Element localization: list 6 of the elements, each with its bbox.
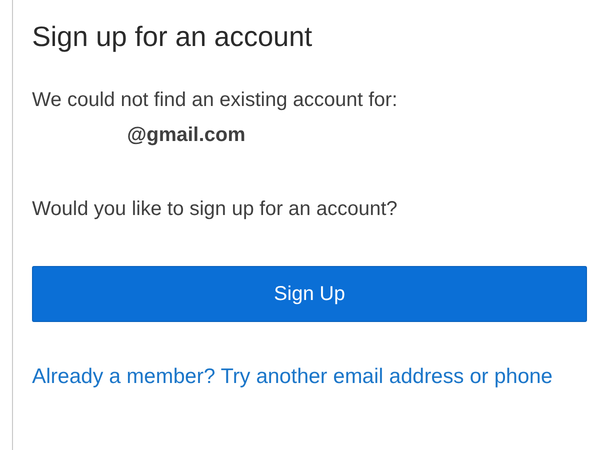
question-text: Would you like to sign up for an account?: [32, 197, 398, 222]
email-text: @gmail.com: [126, 123, 246, 148]
sign-in-link[interactable]: Already a member? Try another email address or phone: [32, 359, 587, 394]
message-text: We could not find an existing account for:: [32, 88, 398, 113]
sign-up-button[interactable]: Sign Up: [32, 266, 587, 322]
dialog-title: Sign up for an account: [32, 20, 314, 54]
